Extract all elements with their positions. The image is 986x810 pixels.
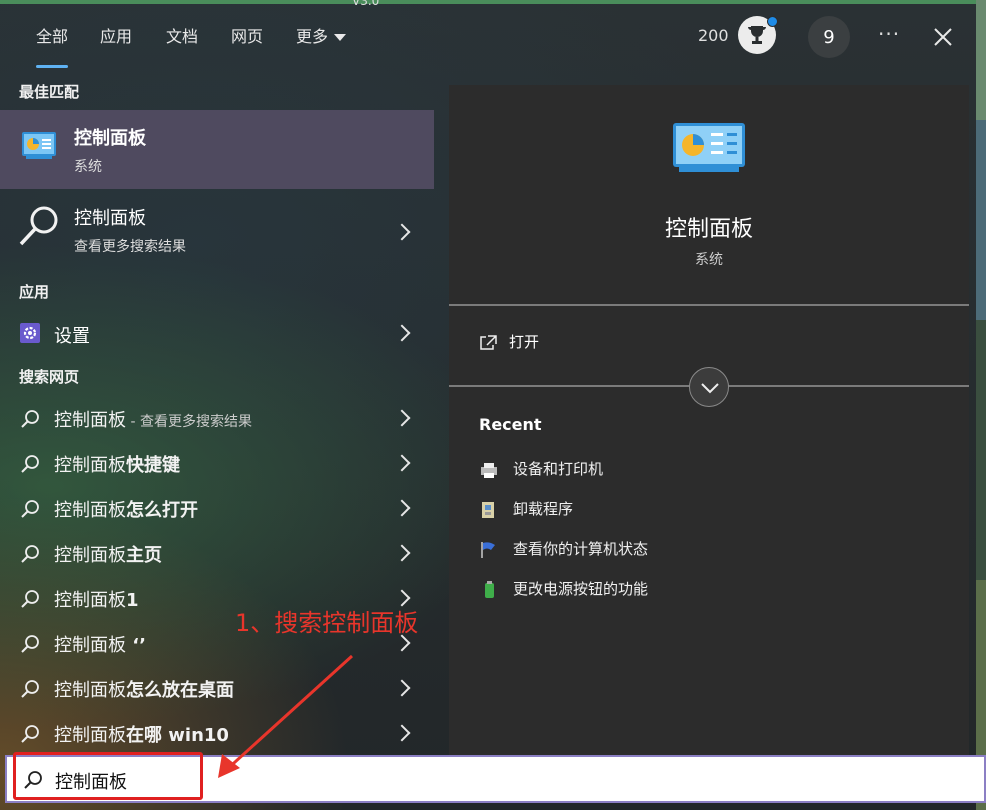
search-more-title: 控制面板 [74,208,146,229]
search-icon [21,725,39,743]
chevron-right-icon [393,324,411,342]
web-result-suggestion: 快捷键 [126,455,180,476]
chevron-right-icon [393,724,411,742]
web-result-prefix: 控制面板 [54,590,126,611]
gear-icon [20,323,40,343]
web-result-prefix: 控制面板 [54,455,126,476]
chevron-right-icon [393,679,411,697]
programs-icon [482,501,494,518]
divider [449,304,969,306]
annotation-label: 1、搜索控制面板 [235,609,419,637]
open-external-icon [480,334,497,350]
search-icon [21,500,39,518]
flag-icon [481,541,495,558]
annotation-arrow [218,654,354,778]
web-result-item[interactable]: 控制面板主页 [0,531,434,575]
web-result-label: 控制面板怎么打开 [54,496,198,522]
best-match-subtitle: 系统 [74,159,102,175]
web-result-prefix: 控制面板 [54,545,126,566]
recent-item-label: 更改电源按钮的功能 [513,580,649,598]
recent-item-computer-status[interactable]: 查看你的计算机状态 [479,538,648,559]
search-icon [21,545,39,563]
web-result-prefix: 控制面板 [54,635,126,656]
web-result-prefix: 控制面板 [54,500,126,521]
search-icon [21,635,39,653]
web-result-label: 控制面板快捷键 [54,451,180,477]
chevron-down-icon [701,383,719,394]
chevron-right-icon [393,223,411,241]
tab-more-label: 更多 [296,27,329,46]
recent-item-label: 设备和打印机 [513,460,604,478]
search-more-results-item[interactable]: 控制面板 查看更多搜索结果 [0,204,434,264]
avatar[interactable]: 9 [808,16,850,58]
tab-web[interactable]: 网页 [231,26,263,50]
expand-button[interactable] [689,367,729,407]
printer-icon [481,462,497,478]
battery-icon [485,580,494,598]
web-result-label: 控制面板1 [54,586,139,612]
web-result-item[interactable]: 控制面板快捷键 [0,441,434,485]
search-more-subtitle: 查看更多搜索结果 [74,239,186,255]
app-item-label: 设置 [54,326,90,347]
tab-apps[interactable]: 应用 [100,26,132,50]
web-result-label: 控制面板在哪 win10 [54,721,229,747]
chevron-right-icon [393,499,411,517]
background-window-right-edge [976,0,986,810]
recent-item-uninstall[interactable]: 卸载程序 [479,498,573,519]
chevron-right-icon [393,544,411,562]
section-best-match: 最佳匹配 [19,83,80,101]
search-icon [21,680,39,698]
control-panel-icon [22,132,56,159]
web-result-suggestion: 1 [126,590,139,611]
search-icon [19,206,58,246]
rewards-points: 200 [698,26,729,45]
recent-item-devices-printers[interactable]: 设备和打印机 [479,458,603,479]
open-action[interactable]: 打开 [479,331,539,352]
web-result-suggestion: ‘’ [126,635,146,656]
app-item-settings[interactable]: 设置 [0,316,434,352]
search-icon [21,455,39,473]
notification-dot [767,16,778,27]
open-label: 打开 [509,333,540,351]
web-result-item[interactable]: 控制面板怎么打开 [0,486,434,530]
chevron-right-icon [393,409,411,427]
web-result-item[interactable]: 控制面板 - 查看更多搜索结果 [0,396,434,440]
chevron-down-icon [334,34,347,41]
preview-panel: 控制面板 系统 打开 Recent 设备和打印机 卸载程序 查看你的计算机状态 … [449,85,969,755]
web-result-suggestion: 怎么打开 [126,500,198,521]
best-match-title: 控制面板 [74,128,146,149]
control-panel-icon [673,123,745,172]
recent-item-power-buttons[interactable]: 更改电源按钮的功能 [479,578,648,599]
web-result-hint: - 查看更多搜索结果 [126,414,252,430]
best-match-item[interactable]: 控制面板 系统 [0,110,434,189]
tab-all[interactable]: 全部 [36,26,69,68]
tab-documents[interactable]: 文档 [166,26,198,50]
web-result-label: 控制面板怎么放在桌面 [54,676,234,702]
annotation-highlight-box [13,752,203,800]
web-result-prefix: 控制面板 [54,680,126,701]
section-web: 搜索网页 [19,368,80,386]
section-apps: 应用 [19,283,50,301]
recent-heading: Recent [479,415,542,434]
web-result-label: 控制面板主页 [54,541,162,567]
chevron-right-icon [393,454,411,472]
web-result-prefix: 控制面板 [54,725,126,746]
more-options-icon[interactable]: ··· [878,22,900,46]
close-icon[interactable] [930,24,956,50]
recent-item-label: 查看你的计算机状态 [513,540,649,558]
web-result-suggestion: 主页 [126,545,162,566]
tab-more[interactable]: 更多 [296,26,347,50]
preview-title: 控制面板 [664,217,753,242]
preview-category: 系统 [695,252,723,268]
recent-item-label: 卸载程序 [513,500,574,518]
web-result-prefix: 控制面板 [54,410,126,431]
search-icon [21,590,39,608]
web-result-label: 控制面板 - 查看更多搜索结果 [54,406,252,432]
search-icon [21,410,39,428]
web-result-label: 控制面板 ‘’ [54,631,146,657]
search-header: 全部 应用 文档 网页 更多 200 9 ··· [0,0,976,72]
